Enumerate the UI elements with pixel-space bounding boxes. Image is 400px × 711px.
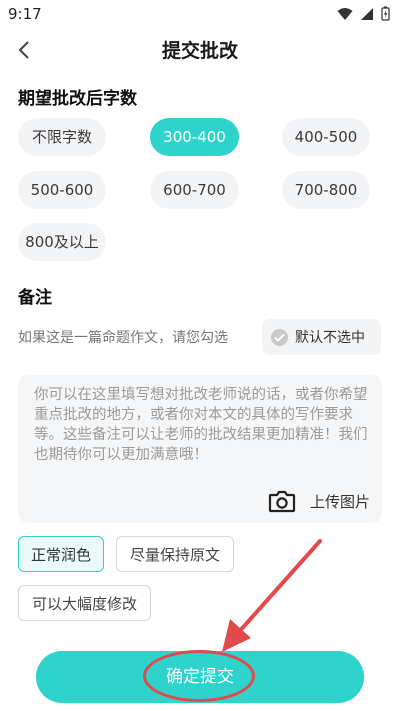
edit-style-major-revision[interactable]: 可以大幅度修改: [18, 585, 151, 621]
word-count-option-unlimited[interactable]: 不限字数: [18, 118, 106, 156]
word-count-option-500-600[interactable]: 500-600: [18, 171, 106, 209]
status-time: 9:17: [8, 5, 42, 23]
word-count-option-400-500[interactable]: 400-500: [282, 118, 370, 156]
camera-icon: [268, 490, 296, 513]
upload-image-button[interactable]: 上传图片: [268, 489, 370, 513]
topic-essay-hint: 如果这是一篇命题作文，请您勾选: [18, 330, 228, 346]
status-icons: [337, 6, 390, 21]
word-count-option-600-700[interactable]: 600-700: [150, 171, 239, 209]
check-circle-icon: [271, 328, 288, 346]
topic-essay-toggle[interactable]: 默认不选中: [262, 319, 381, 355]
topic-essay-toggle-label: 默认不选中: [295, 330, 365, 346]
notes-title: 备注: [18, 288, 52, 308]
submit-button[interactable]: 确定提交: [36, 651, 364, 703]
word-count-option-800-plus[interactable]: 800及以上: [18, 223, 106, 261]
word-count-option-300-400[interactable]: 300-400: [150, 118, 239, 156]
status-bar: 9:17: [0, 0, 400, 28]
notes-textarea[interactable]: 你可以在这里填写想对批改老师说的话，或者你希望重点批改的地方，或者你对本文的具体…: [18, 375, 382, 523]
word-count-title: 期望批改后字数: [18, 89, 137, 109]
header: 提交批改: [0, 30, 400, 70]
edit-style-normal[interactable]: 正常润色: [18, 536, 104, 572]
edit-style-keep-original[interactable]: 尽量保持原文: [116, 536, 234, 572]
word-count-option-700-800[interactable]: 700-800: [282, 171, 370, 209]
signal-icon: [361, 7, 373, 20]
page-title: 提交批改: [161, 40, 238, 62]
battery-icon: [381, 6, 390, 21]
upload-image-label: 上传图片: [309, 492, 370, 511]
notes-placeholder: 你可以在这里填写想对批改老师说的话，或者你希望重点批改的地方，或者你对本文的具体…: [34, 387, 368, 463]
wifi-icon: [337, 7, 353, 20]
